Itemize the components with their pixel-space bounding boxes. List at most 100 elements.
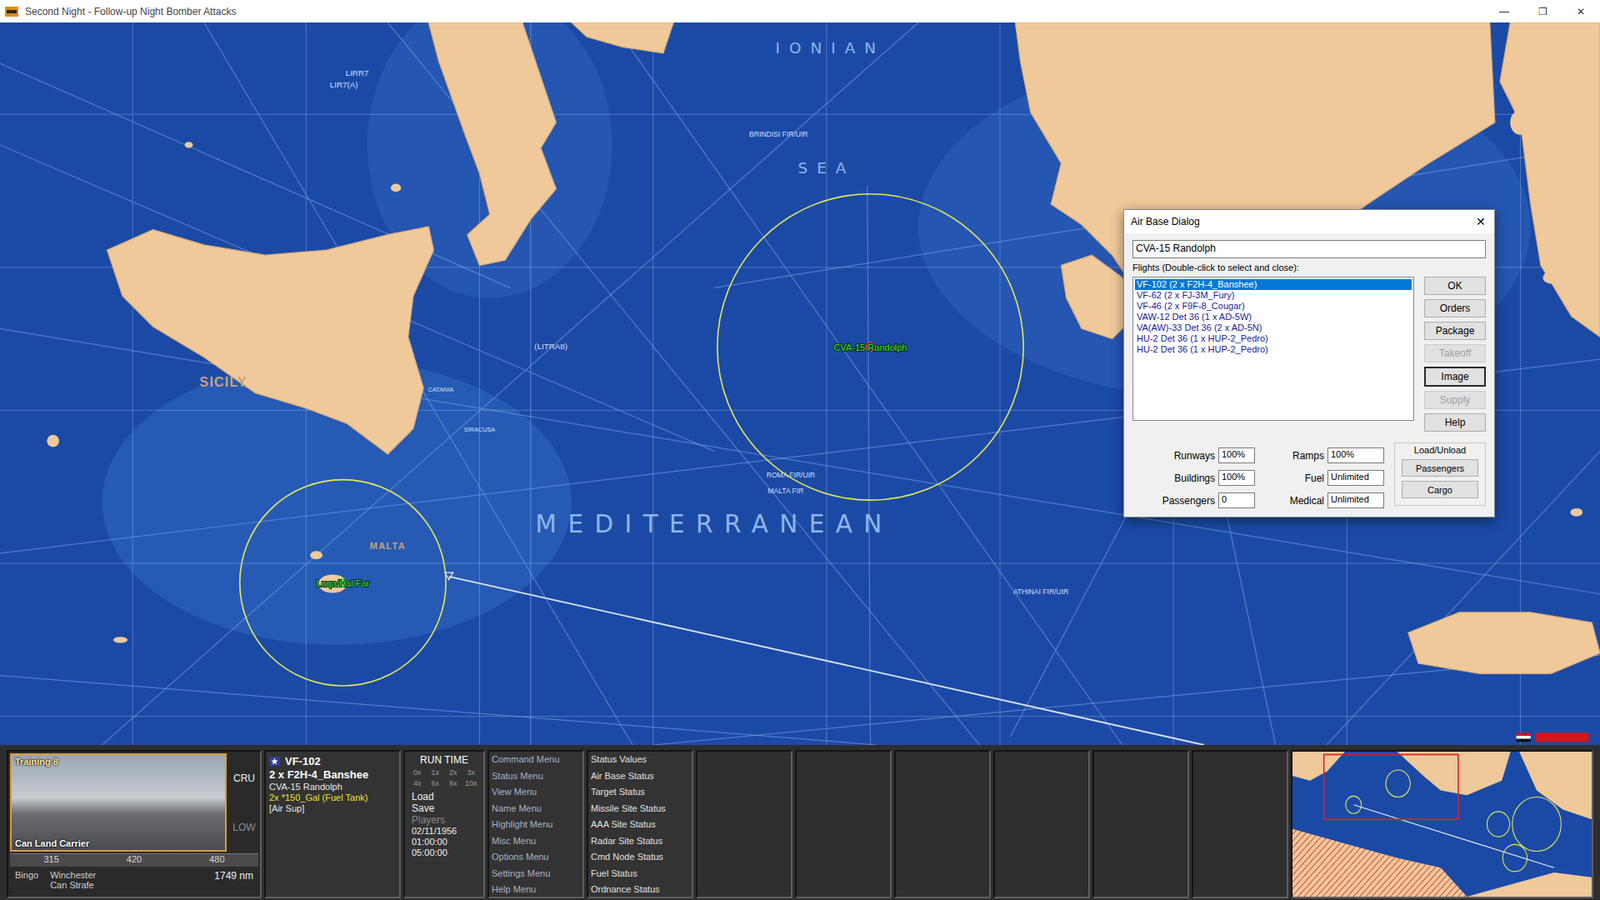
time-speed-button[interactable]: 0x (408, 768, 427, 777)
menu-item[interactable]: View Menu (491, 786, 580, 797)
speed-value[interactable]: 480 (209, 854, 225, 867)
grid-line (1000, 22, 1001, 745)
grid-line (825, 22, 827, 745)
time-speed-button[interactable]: 8x (444, 779, 463, 788)
status-item[interactable]: Fuel Status (590, 868, 690, 879)
dialog-button[interactable]: OK (1424, 276, 1486, 295)
group-title: Load/Unload (1401, 445, 1479, 455)
map-unit[interactable]: CVA-15 Randolph (717, 194, 1024, 500)
flight-item[interactable]: VF-46 (2 x F9F-8_Cougar) (1135, 300, 1412, 312)
island (390, 183, 401, 192)
base-stats: Runways100%Ramps100%Buildings100%FuelUnl… (1132, 442, 1486, 509)
map-label: ATHINAI FIR/UIR (1013, 587, 1069, 596)
dialog-button[interactable]: Help (1424, 413, 1486, 432)
field-value[interactable]: 100% (1218, 470, 1255, 486)
load-button[interactable]: Cargo (1401, 480, 1479, 499)
flight-item[interactable]: VF-62 (2 x FJ-3M_Fury) (1135, 290, 1412, 301)
usn-star-icon (269, 756, 280, 766)
menu-item[interactable]: Misc Menu (491, 835, 580, 846)
time-speed-button[interactable]: 10x (462, 779, 481, 788)
base-name-field[interactable]: CVA-15 Randolph (1132, 240, 1486, 259)
altitude-option[interactable]: LOW (232, 821, 255, 834)
status-item[interactable]: Cmd Node Status (590, 851, 690, 862)
time-speed-button[interactable]: 3x (462, 768, 481, 777)
minimap-canvas[interactable] (1292, 751, 1592, 897)
time-speed-button[interactable]: 2x (444, 768, 463, 777)
dialog-button[interactable]: Orders (1424, 299, 1486, 318)
dialog-button[interactable]: Package (1424, 321, 1486, 340)
flight-item[interactable]: VF-102 (2 x F2H-4_Banshee) (1135, 279, 1412, 290)
air-base-dialog: Air Base Dialog✕CVA-15 RandolphFlights (… (1123, 209, 1495, 518)
land-mass (1500, 22, 1600, 337)
menu-item[interactable]: Settings Menu (491, 868, 580, 879)
window-control-button[interactable]: — (1485, 0, 1524, 23)
dialog-button[interactable]: Image (1424, 366, 1486, 387)
island (1066, 269, 1087, 286)
title-bar: Second Night - Follow-up Night Bomber At… (0, 0, 1600, 23)
menu-item[interactable]: Help Menu (491, 884, 580, 895)
grid-line (132, 22, 134, 745)
status-item[interactable]: Missile Site Status (590, 803, 690, 814)
field-value[interactable]: Unlimited (1327, 492, 1385, 509)
status-item[interactable]: Air Base Status (590, 770, 690, 781)
window-controls: —❐✕ (1485, 0, 1600, 23)
altitude-option[interactable]: CRU (233, 772, 255, 785)
grid-line (0, 563, 1600, 565)
window-control-button[interactable]: ❐ (1523, 0, 1562, 23)
time-speed-button[interactable]: 4x (408, 779, 427, 788)
field-value[interactable]: 100% (1327, 447, 1385, 464)
unit-label[interactable]: Luqa/Hal Far (316, 578, 370, 589)
flight-item[interactable]: VAW-12 Det 36 (1 x AD-5W) (1135, 311, 1412, 323)
menu-item[interactable]: Status Menu (491, 770, 580, 781)
run-button[interactable]: Load (408, 790, 480, 803)
minimap-ocean (1292, 751, 1592, 897)
time-speed-button[interactable]: 6x (426, 779, 445, 788)
unit-label[interactable]: CVA-15 Randolph (833, 342, 907, 353)
flight-item[interactable]: HU-2 Det 36 (1 x HUP-2_Pedro) (1135, 333, 1412, 345)
island (1570, 508, 1583, 517)
status-item[interactable]: Status Values (590, 754, 690, 765)
load-button[interactable]: Passengers (1401, 459, 1479, 477)
speed-value[interactable]: 315 (43, 854, 59, 867)
status-item[interactable]: AAA Site Status (590, 819, 690, 830)
field-value[interactable]: 100% (1218, 447, 1255, 464)
flights-list[interactable]: VF-102 (2 x F2H-4_Banshee)VF-62 (2 x FJ-… (1132, 276, 1415, 421)
dialog-title-bar: Air Base Dialog✕ (1124, 210, 1495, 234)
field-label: Runways (1174, 450, 1215, 462)
window-control-button[interactable]: ✕ (1561, 0, 1600, 23)
speed-value[interactable]: 420 (126, 854, 142, 867)
run-button[interactable]: Save (408, 802, 480, 815)
menu-item[interactable]: Highlight Menu (491, 819, 580, 830)
empty-slot (894, 750, 991, 899)
minimap[interactable] (1290, 750, 1594, 899)
menu-item[interactable]: Options Menu (491, 851, 580, 862)
speed-scale: 315 420 480 (10, 853, 259, 867)
app-icon (5, 6, 19, 17)
field-value[interactable]: Unlimited (1327, 470, 1385, 486)
map-label: LIR7(A) (330, 80, 359, 90)
unit-info-panel: VF-1022 x F2H-4_BansheeCVA-15 Randolph2x… (264, 750, 401, 899)
unit-photo: Training 8 Can Land Carrier (10, 753, 227, 852)
photo-caption: Training 8 (15, 756, 59, 767)
menu-item[interactable]: Command Menu (491, 754, 580, 765)
time-speed-button[interactable]: 1x (426, 768, 445, 777)
close-button[interactable]: ✕ (1475, 215, 1486, 229)
empty-slot (1092, 750, 1190, 899)
game-time: 01:00:00 (408, 836, 480, 848)
status-item[interactable]: Radar Site Status (590, 835, 690, 846)
field-value[interactable]: 0 (1218, 492, 1255, 509)
minimap-viewport[interactable] (1324, 754, 1459, 820)
flight-item[interactable]: HU-2 Det 36 (1 x HUP-2_Pedro) (1135, 344, 1412, 355)
flag-list: BingoWinchesterCan Strafe (15, 870, 96, 890)
flight-item[interactable]: VA(AW)-33 Det 36 (2 x AD-5N) (1135, 322, 1412, 334)
altitude-selector: CRU LOW (230, 753, 259, 852)
status-item[interactable]: Target Status (590, 786, 690, 797)
status-item[interactable]: Ordnance Status (590, 884, 690, 895)
photo-caption: Can Land Carrier (15, 838, 90, 849)
base-fields: Runways100%Ramps100%Buildings100%FuelUnl… (1132, 442, 1385, 509)
airway-line (101, 22, 919, 745)
menu-item[interactable]: Name Menu (491, 803, 580, 814)
map-unit[interactable]: Luqa/Hal Far (240, 480, 446, 686)
game-window: Second Night - Follow-up Night Bomber At… (0, 0, 1600, 900)
island (46, 435, 60, 448)
